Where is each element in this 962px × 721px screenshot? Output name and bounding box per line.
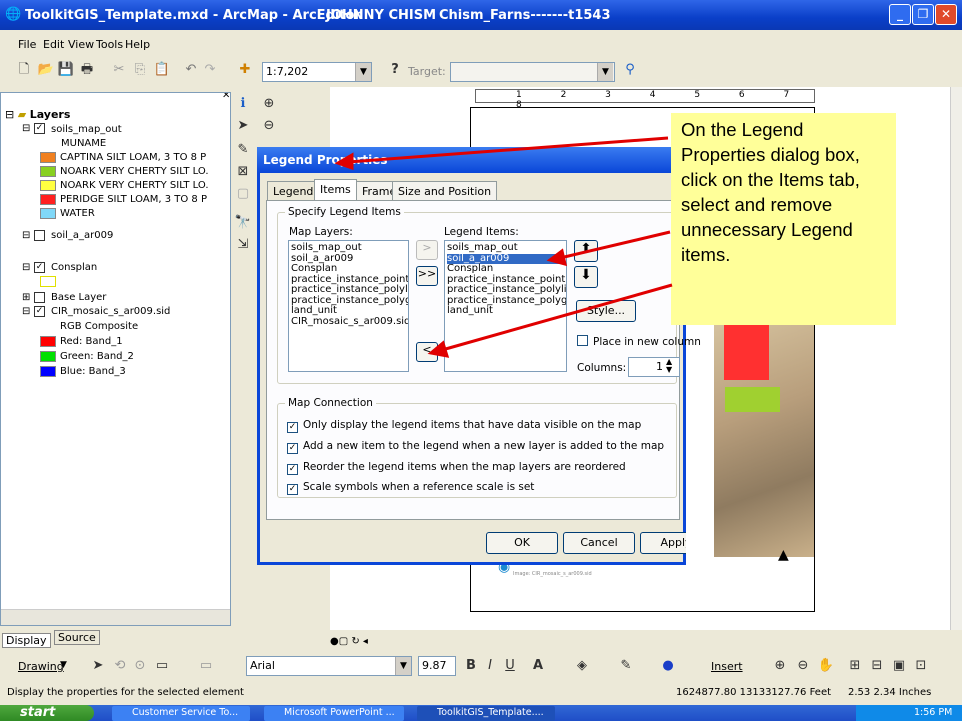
marker-color-icon[interactable]: ● (658, 656, 678, 676)
fixed-zoom-out-icon[interactable]: ⊟ (867, 656, 887, 676)
rectangle-icon[interactable]: ▭ (152, 656, 172, 676)
taskbar-item-active[interactable]: ToolkitGIS_Template.... (417, 706, 555, 721)
bold-icon[interactable]: B (461, 656, 481, 676)
italic-icon[interactable]: I (480, 656, 500, 676)
arrow-head (546, 248, 568, 267)
arrow-to-selected-item (559, 230, 671, 260)
pan-layout-icon[interactable]: ✋ (816, 656, 836, 676)
actual-size-icon[interactable]: ⊡ (911, 656, 931, 676)
status-size: 2.53 2.34 Inches (848, 687, 932, 698)
zoom-whole-page-icon[interactable]: ⊙ (130, 656, 150, 676)
taskbar-item[interactable]: Microsoft PowerPoint ... (264, 706, 404, 721)
font-size-select[interactable]: 9.87 (418, 656, 456, 676)
drawing-menu[interactable]: Drawing (18, 660, 64, 673)
underline-icon[interactable]: U (500, 656, 520, 676)
insert-menu[interactable]: Insert (711, 660, 743, 673)
font-dropdown-arrow[interactable]: ▼ (395, 657, 411, 675)
status-bar: Display the properties for the selected … (0, 685, 962, 701)
arrow-to-remove-button (441, 283, 673, 352)
status-message: Display the properties for the selected … (7, 687, 244, 698)
select-element-icon[interactable]: ➤ (88, 656, 108, 676)
font-select[interactable]: Arial (246, 656, 412, 676)
zoom-in-layout-icon[interactable]: ⊕ (770, 656, 790, 676)
taskbar: start Customer Service To... Microsoft P… (0, 705, 962, 721)
dropdown-arrow-icon[interactable]: ▼ (60, 660, 67, 670)
arrow-to-items-tab (347, 136, 669, 164)
system-tray: 1:56 PM (856, 705, 962, 721)
font-color-icon[interactable]: A (528, 656, 548, 676)
annotation-arrows (334, 136, 673, 358)
fill-color-icon[interactable]: ◈ (572, 656, 592, 676)
status-coords: 1624877.80 13133127.76 Feet (676, 687, 832, 698)
text-icon[interactable]: ▭ (196, 656, 216, 676)
zoom-out-layout-icon[interactable]: ⊖ (793, 656, 813, 676)
drawing-toolbar: Drawing ▼ ➤ ⟲ ⊙ ▭ ▭ Arial ▼ 9.87 B I U A… (0, 653, 962, 679)
arrow-head (334, 152, 354, 171)
line-color-icon[interactable]: ✎ (616, 656, 636, 676)
whole-page-icon[interactable]: ▣ (889, 656, 909, 676)
taskbar-item[interactable]: Customer Service To... (112, 706, 250, 721)
start-button[interactable]: start (0, 705, 94, 721)
arrow-head (427, 340, 450, 358)
fixed-zoom-in-icon[interactable]: ⊞ (845, 656, 865, 676)
clock: 1:56 PM (914, 707, 953, 718)
rotate-icon[interactable]: ⟲ (110, 656, 130, 676)
